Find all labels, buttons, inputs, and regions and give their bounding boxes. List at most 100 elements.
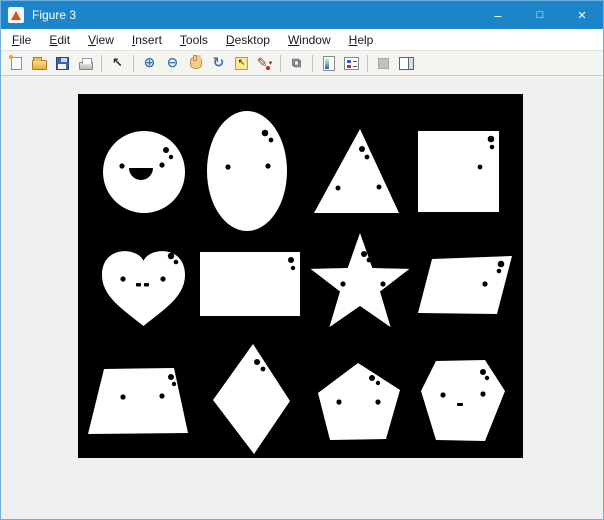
square-shape [418, 131, 499, 212]
triangle-dot [377, 185, 382, 190]
hexagon-face-dot [485, 376, 489, 380]
ellipse-dot [265, 163, 270, 168]
circle-face-dot [169, 155, 173, 159]
star-dot [367, 258, 372, 263]
menu-desktop[interactable]: Desktop [217, 30, 279, 50]
hide-plot-tools-button[interactable] [373, 53, 394, 74]
ellipse-dot [269, 138, 274, 143]
circle-face-dot [119, 163, 124, 168]
parallelogram-dot [498, 261, 505, 268]
figure-image [78, 94, 523, 458]
new-figure-button[interactable] [6, 53, 27, 74]
ellipse-dot [225, 164, 230, 169]
diamond-dot [261, 367, 266, 372]
circle-face-dot [159, 162, 164, 167]
toolbar-separator [101, 55, 102, 72]
insert-colorbar-icon [323, 56, 335, 71]
figure-canvas [1, 76, 603, 519]
circle-face-shape [103, 131, 185, 213]
square-dot [490, 145, 495, 150]
menu-insert[interactable]: Insert [123, 30, 171, 50]
menu-window[interactable]: Window [279, 30, 340, 50]
menu-bar: FileEditViewInsertToolsDesktopWindowHelp [1, 29, 603, 51]
hexagon-face-dot [440, 392, 445, 397]
heart-face-dot [168, 253, 174, 259]
heart-face-dot [120, 276, 125, 281]
hexagon-face-dot [480, 369, 486, 375]
link-plot-icon: ⧉ [292, 57, 301, 70]
zoom-in-icon: ⊕ [144, 56, 156, 70]
brush-data-icon: ✎ [257, 57, 268, 70]
triangle-dot [359, 146, 365, 152]
rectangle-dot [291, 266, 295, 270]
rotate-3d-icon: ↻ [213, 56, 225, 70]
open-file-icon [32, 60, 47, 70]
hexagon-face-dash [457, 403, 463, 406]
pentagon-dot [376, 381, 380, 385]
circle-face-dot [163, 147, 169, 153]
toolbar-separator [312, 55, 313, 72]
menu-file[interactable]: File [3, 30, 40, 50]
toolbar-separator [133, 55, 134, 72]
menu-help[interactable]: Help [340, 30, 383, 50]
edit-plot-button[interactable]: ↖ [107, 53, 128, 74]
save-figure-icon [56, 57, 69, 70]
edit-plot-icon: ↖ [112, 57, 123, 70]
trapezoid-dot [120, 394, 125, 399]
title-bar[interactable]: Figure 3 – □ × [1, 1, 603, 29]
window-controls: – □ × [477, 1, 603, 29]
open-file-button[interactable] [29, 53, 50, 74]
brush-data-button[interactable]: ✎▾ [254, 53, 275, 74]
insert-legend-icon [344, 57, 359, 70]
toolbar-separator [367, 55, 368, 72]
ellipse-dot [262, 130, 269, 137]
trapezoid-dot [159, 393, 164, 398]
heart-face-dot [160, 276, 165, 281]
pentagon-dot [375, 399, 380, 404]
heart-face-dash [136, 283, 141, 287]
trapezoid-shape [88, 368, 188, 434]
close-button[interactable]: × [561, 1, 603, 29]
ellipse-shape [207, 111, 287, 231]
rotate-3d-button[interactable]: ↻ [208, 53, 229, 74]
diamond-dot [254, 359, 260, 365]
square-dot [478, 165, 483, 170]
menu-view[interactable]: View [79, 30, 123, 50]
square-dot [488, 136, 495, 143]
menu-tools[interactable]: Tools [171, 30, 217, 50]
insert-legend-button[interactable] [341, 53, 362, 74]
pan-icon [190, 57, 202, 69]
new-figure-icon [11, 57, 22, 70]
zoom-out-button[interactable]: ⊖ [162, 53, 183, 74]
insert-colorbar-button[interactable] [318, 53, 339, 74]
menu-edit[interactable]: Edit [40, 30, 79, 50]
pan-button[interactable] [185, 53, 206, 74]
minimize-button[interactable]: – [477, 1, 519, 29]
window-title: Figure 3 [32, 8, 477, 22]
print-figure-button[interactable] [75, 53, 96, 74]
toolbar: ↖⊕⊖↻↖✎▾⧉ [1, 51, 603, 76]
parallelogram-shape [418, 256, 512, 314]
hide-plot-tools-icon [378, 58, 389, 69]
triangle-dot [365, 155, 370, 160]
show-plot-tools-button[interactable] [396, 53, 417, 74]
zoom-in-button[interactable]: ⊕ [139, 53, 160, 74]
triangle-dot [336, 186, 341, 191]
trapezoid-dot [172, 382, 176, 386]
toolbar-separator [280, 55, 281, 72]
link-plot-button[interactable]: ⧉ [286, 53, 307, 74]
zoom-out-icon: ⊖ [167, 56, 179, 70]
parallelogram-dot [497, 269, 502, 274]
star-dot [380, 281, 385, 286]
pentagon-dot [369, 375, 375, 381]
rectangle-dot [288, 257, 294, 263]
data-cursor-button[interactable]: ↖ [231, 53, 252, 74]
heart-face-dash [144, 283, 149, 287]
trapezoid-dot [168, 374, 174, 380]
heart-face-dot [174, 260, 179, 265]
matlab-icon [8, 7, 24, 23]
pentagon-dot [336, 399, 341, 404]
save-figure-button[interactable] [52, 53, 73, 74]
star-dot [340, 281, 345, 286]
maximize-button[interactable]: □ [519, 1, 561, 29]
